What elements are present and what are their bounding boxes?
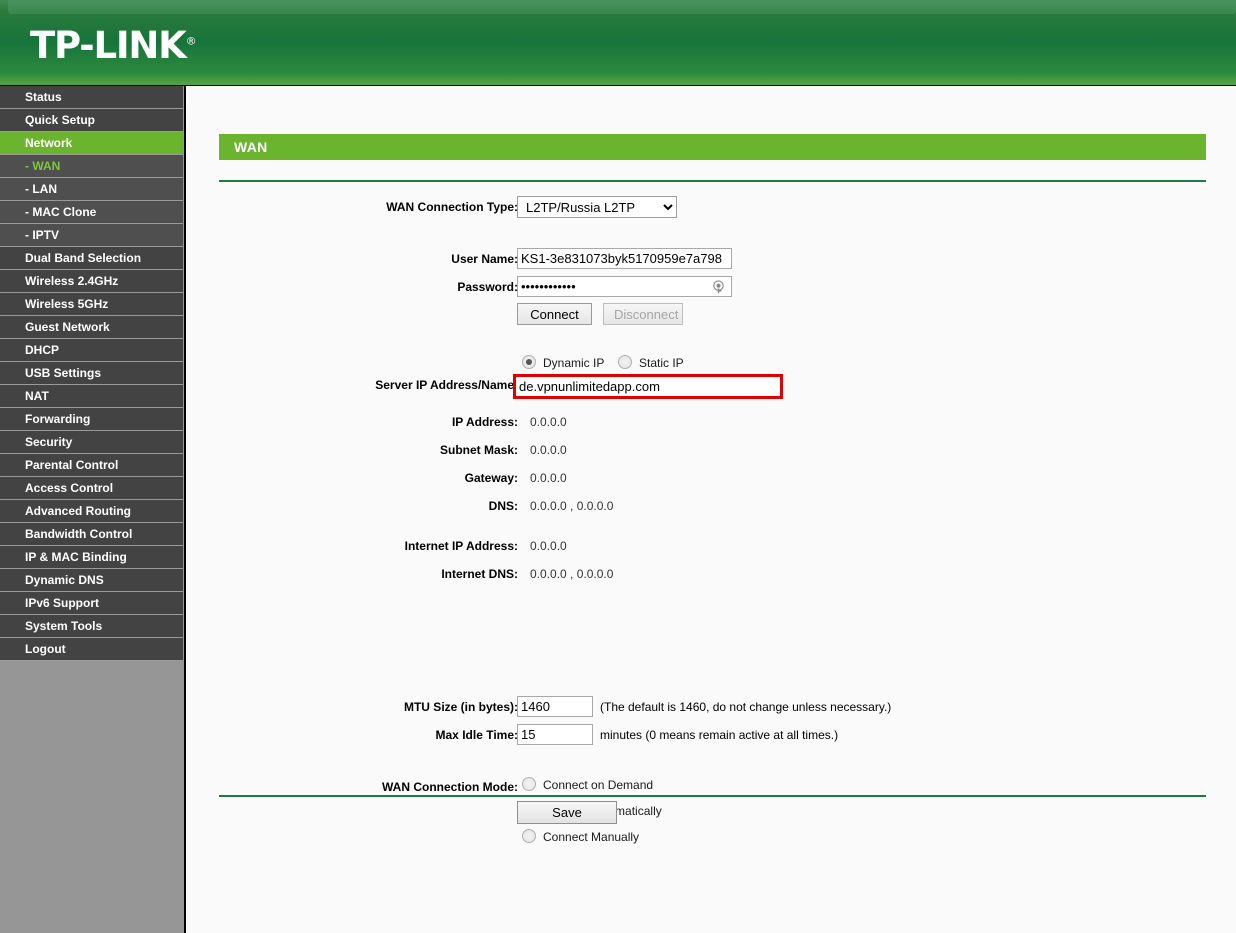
radio-mode-connect-manually[interactable]: Connect Manually xyxy=(522,828,639,846)
sidebar-item-status[interactable]: Status xyxy=(0,86,183,109)
row-connection-type: WAN Connection Type: Dynamic IPStatic IP… xyxy=(188,196,1236,218)
row-save: Save xyxy=(188,801,1236,823)
sidebar-item-iptv[interactable]: - IPTV xyxy=(0,224,183,247)
app-header: TP-LINK® xyxy=(0,0,1236,86)
content-bottom-rule xyxy=(219,795,1206,797)
max-idle-label: Max Idle Time: xyxy=(188,724,518,746)
radio-mode-dot[interactable] xyxy=(522,777,536,791)
brand-name: TP-LINK xyxy=(30,24,186,67)
sidebar-item-dynamic-dns[interactable]: Dynamic DNS xyxy=(0,569,183,592)
row-readout: DNS: 0.0.0.0 , 0.0.0.0 xyxy=(188,495,1236,517)
row-readout: Internet DNS: 0.0.0.0 , 0.0.0.0 xyxy=(188,563,1236,585)
sidebar-item-logout[interactable]: Logout xyxy=(0,638,183,661)
header-sheen xyxy=(8,0,1236,14)
readout-label: Subnet Mask: xyxy=(188,439,518,461)
radio-dynamic-ip-label: Dynamic IP xyxy=(543,356,604,370)
row-readout: Subnet Mask: 0.0.0.0 xyxy=(188,439,1236,461)
content-top-rule xyxy=(219,180,1206,182)
radio-dynamic-ip[interactable]: Dynamic IP xyxy=(522,354,604,372)
readout-label: Internet IP Address: xyxy=(188,535,518,557)
readout-value: 0.0.0.0 xyxy=(530,535,567,557)
radio-dynamic-ip-dot[interactable] xyxy=(522,355,536,369)
main-content: WAN WAN Connection Type: Dynamic IPStati… xyxy=(188,86,1236,933)
row-password: Password: xyxy=(188,276,1236,298)
mtu-label: MTU Size (in bytes): xyxy=(188,696,518,718)
row-ip-mode: Dynamic IP Static IP xyxy=(188,354,1236,376)
sidebar-item-guest-network[interactable]: Guest Network xyxy=(0,316,183,339)
sidebar-item-nat[interactable]: NAT xyxy=(0,385,183,408)
sidebar-item-system-tools[interactable]: System Tools xyxy=(0,615,183,638)
row-server-address: Server IP Address/Name: xyxy=(188,374,1236,396)
sidebar-item-quick-setup[interactable]: Quick Setup xyxy=(0,109,183,132)
row-user-name: User Name: xyxy=(188,248,1236,270)
server-address-input[interactable] xyxy=(513,374,783,399)
radio-mode-dot[interactable] xyxy=(522,829,536,843)
sidebar-item-forwarding[interactable]: Forwarding xyxy=(0,408,183,431)
disconnect-button: Disconnect xyxy=(603,303,683,325)
connect-button[interactable]: Connect xyxy=(517,303,592,325)
sidebar-item-wireless-5ghz[interactable]: Wireless 5GHz xyxy=(0,293,183,316)
row-readout: Internet IP Address: 0.0.0.0 xyxy=(188,535,1236,557)
max-idle-hint: minutes (0 means remain active at all ti… xyxy=(600,724,838,746)
server-address-label: Server IP Address/Name: xyxy=(188,374,518,396)
radio-static-ip-label: Static IP xyxy=(639,356,684,370)
sidebar-item-wan[interactable]: - WAN xyxy=(0,155,183,178)
sidebar-menu: StatusQuick SetupNetwork- WAN- LAN- MAC … xyxy=(0,86,183,661)
sidebar-item-mac-clone[interactable]: - MAC Clone xyxy=(0,201,183,224)
sidebar-item-dual-band-selection[interactable]: Dual Band Selection xyxy=(0,247,183,270)
sidebar: StatusQuick SetupNetwork- WAN- LAN- MAC … xyxy=(0,86,186,933)
readout-value: 0.0.0.0 xyxy=(530,439,567,461)
sidebar-item-parental-control[interactable]: Parental Control xyxy=(0,454,183,477)
password-input[interactable] xyxy=(517,276,732,297)
sidebar-item-advanced-routing[interactable]: Advanced Routing xyxy=(0,500,183,523)
sidebar-item-lan[interactable]: - LAN xyxy=(0,178,183,201)
sidebar-item-ip-mac-binding[interactable]: IP & MAC Binding xyxy=(0,546,183,569)
sidebar-item-bandwidth-control[interactable]: Bandwidth Control xyxy=(0,523,183,546)
sidebar-item-dhcp[interactable]: DHCP xyxy=(0,339,183,362)
page-title: WAN xyxy=(219,139,268,155)
sidebar-item-access-control[interactable]: Access Control xyxy=(0,477,183,500)
sidebar-item-ipv6-support[interactable]: IPv6 Support xyxy=(0,592,183,615)
sidebar-item-security[interactable]: Security xyxy=(0,431,183,454)
sidebar-item-usb-settings[interactable]: USB Settings xyxy=(0,362,183,385)
mtu-hint: (The default is 1460, do not change unle… xyxy=(600,696,891,718)
sidebar-item-network[interactable]: Network xyxy=(0,132,183,155)
row-connect-buttons: Connect Disconnect xyxy=(188,303,1236,325)
trademark-symbol: ® xyxy=(186,35,197,48)
readout-value: 0.0.0.0 , 0.0.0.0 xyxy=(530,563,613,585)
password-label: Password: xyxy=(188,276,518,298)
row-max-idle: Max Idle Time: minutes (0 means remain a… xyxy=(188,724,1236,746)
row-mtu: MTU Size (in bytes): (The default is 146… xyxy=(188,696,1236,718)
radio-mode-label: Connect Manually xyxy=(543,830,639,844)
radio-static-ip[interactable]: Static IP xyxy=(618,354,684,372)
readout-value: 0.0.0.0 , 0.0.0.0 xyxy=(530,495,613,517)
radio-mode-label: Connect on Demand xyxy=(543,778,653,792)
row-readout: IP Address: 0.0.0.0 xyxy=(188,411,1236,433)
radio-static-ip-dot[interactable] xyxy=(618,355,632,369)
sidebar-item-wireless-2-4ghz[interactable]: Wireless 2.4GHz xyxy=(0,270,183,293)
mtu-input[interactable] xyxy=(517,696,593,717)
readout-label: Gateway: xyxy=(188,467,518,489)
page-title-bar: WAN xyxy=(219,134,1206,160)
row-readout: Gateway: 0.0.0.0 xyxy=(188,467,1236,489)
max-idle-input[interactable] xyxy=(517,724,593,745)
connection-type-label: WAN Connection Type: xyxy=(188,196,518,218)
readout-label: DNS: xyxy=(188,495,518,517)
readout-label: IP Address: xyxy=(188,411,518,433)
readout-label: Internet DNS: xyxy=(188,563,518,585)
readout-value: 0.0.0.0 xyxy=(530,467,567,489)
radio-mode-connect-on-demand[interactable]: Connect on Demand xyxy=(522,776,653,794)
readout-value: 0.0.0.0 xyxy=(530,411,567,433)
save-button[interactable]: Save xyxy=(517,801,617,824)
connection-type-select[interactable]: Dynamic IPStatic IPPPPoE/Russia PPPoEL2T… xyxy=(517,196,677,218)
brand-logo: TP-LINK® xyxy=(30,24,197,67)
user-name-input[interactable] xyxy=(517,248,732,269)
user-name-label: User Name: xyxy=(188,248,518,270)
